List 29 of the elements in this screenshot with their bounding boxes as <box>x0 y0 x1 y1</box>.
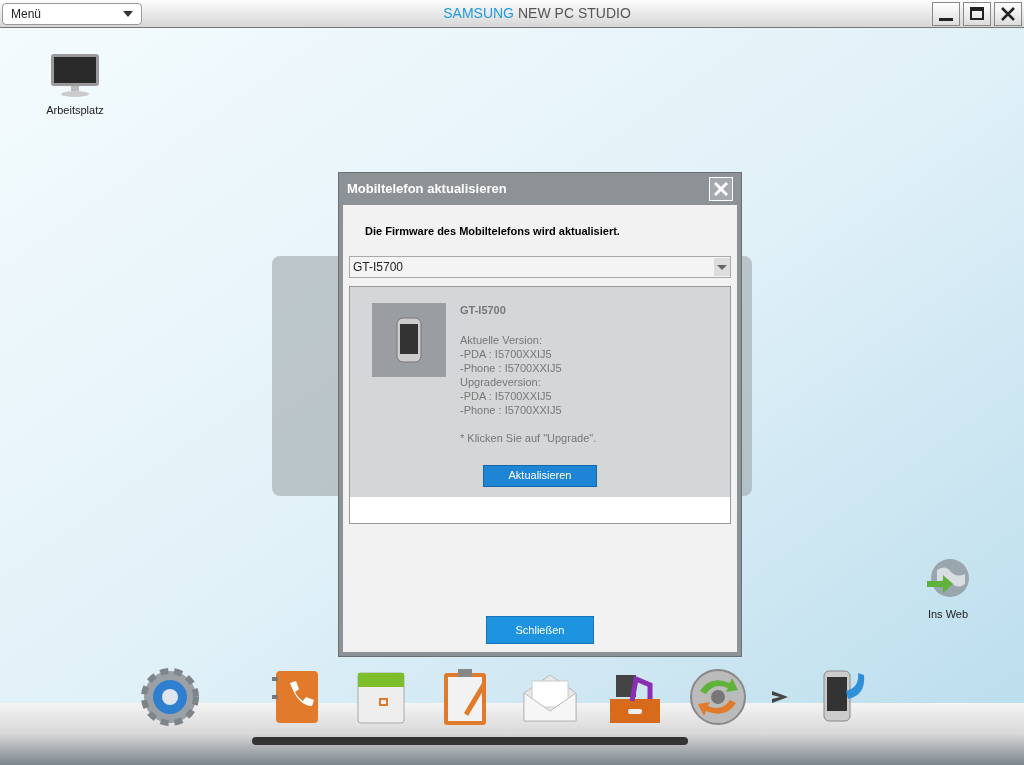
monitor-icon <box>49 52 101 98</box>
device-name: GT-I5700 <box>460 302 507 317</box>
device-select[interactable]: GT-I5700 <box>349 255 731 278</box>
maximize-button[interactable] <box>963 1 991 26</box>
dock-scrollbar[interactable] <box>252 737 688 745</box>
close-button[interactable] <box>994 1 1022 26</box>
version-line: -PDA : I5700XXIJ5 <box>460 346 553 361</box>
dialog-title: Mobiltelefon aktualisieren <box>347 180 507 199</box>
version-line: -PDA : I5700XXIJ5 <box>460 388 553 403</box>
caret-down-icon <box>714 257 730 276</box>
version-line: Aktuelle Version: <box>460 332 543 347</box>
dialog-close-button[interactable] <box>709 177 733 201</box>
dialog-heading: Die Firmware des Mobiltelefons wird aktualisiert. <box>364 224 621 239</box>
update-button[interactable]: Aktualisieren <box>483 464 597 487</box>
version-line: -Phone : I5700XXIJ5 <box>460 360 563 375</box>
gear-icon[interactable] <box>138 665 202 729</box>
close-icon <box>1001 6 1015 21</box>
hint-text: * Klicken Sie auf "Upgrade". <box>460 430 597 445</box>
app-brand: SAMSUNG <box>443 4 514 23</box>
menu-dropdown[interactable]: Menü <box>2 2 142 25</box>
smartphone-icon <box>396 316 422 363</box>
app-title: NEW PC STUDIO <box>518 4 631 23</box>
caret-down-icon <box>123 10 133 17</box>
minimize-button[interactable] <box>932 1 960 26</box>
version-line: -Phone : I5700XXIJ5 <box>460 402 563 417</box>
version-line: Upgradeversion: <box>460 374 542 389</box>
desktop-icon-label[interactable]: Arbeitsplatz <box>46 102 104 119</box>
close-icon <box>714 182 728 196</box>
desktop-icon-label[interactable]: Ins Web <box>927 606 969 623</box>
